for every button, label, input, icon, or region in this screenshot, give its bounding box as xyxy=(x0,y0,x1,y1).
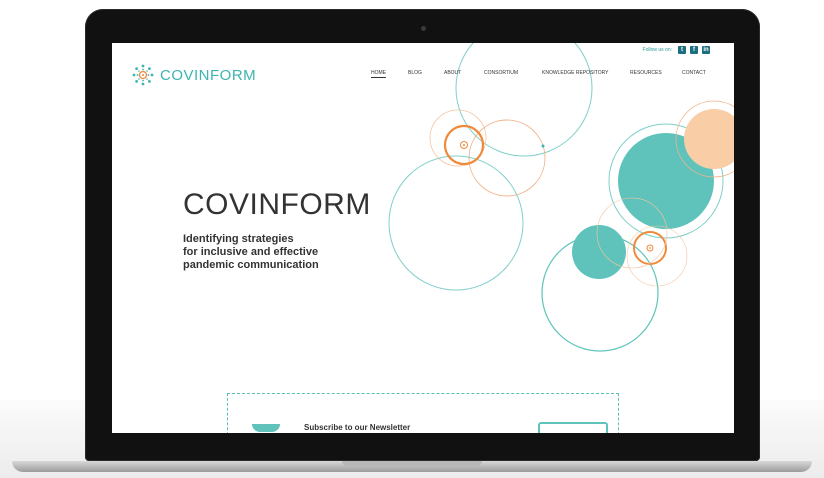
nav-consortium[interactable]: CONSORTIUM xyxy=(484,70,518,76)
follow-us: Follow us on: t f in xyxy=(643,46,710,54)
hero-title: COVINFORM xyxy=(183,188,371,221)
webcam xyxy=(421,26,426,31)
hero-subtitle: Identifying strategies for inclusive and… xyxy=(183,233,353,272)
hero-subtitle-line: for inclusive and effective xyxy=(183,246,319,258)
covinform-logo-icon xyxy=(132,64,154,86)
subscribe-button[interactable] xyxy=(538,422,608,433)
nav-contact[interactable]: CONTACT xyxy=(682,70,706,76)
laptop-notch xyxy=(342,461,482,466)
twitter-icon[interactable]: t xyxy=(678,46,686,54)
newsletter-icon xyxy=(252,424,280,432)
nav-about[interactable]: ABOUT xyxy=(444,70,461,76)
facebook-icon[interactable]: f xyxy=(690,46,698,54)
nav-knowledge-repository[interactable]: KNOWLEDGE REPOSITORY xyxy=(542,70,609,76)
follow-label: Follow us on: xyxy=(642,47,672,53)
newsletter-label: Subscribe to our Newsletter xyxy=(304,423,411,432)
circle-top-outline xyxy=(455,43,593,157)
hero-subtitle-line: Identifying strategies xyxy=(183,233,294,245)
nav-home[interactable]: HOME xyxy=(371,70,386,78)
nav-resources[interactable]: RESOURCES xyxy=(630,70,662,76)
hero-subtitle-line: pandemic communication xyxy=(183,259,319,271)
linkedin-icon[interactable]: in xyxy=(702,46,710,54)
nav-blog[interactable]: BLOG xyxy=(408,70,422,76)
site-logo[interactable]: COVINFORM xyxy=(130,62,256,88)
browser-screen: Follow us on: t f in COVINFORM HOME BLOG… xyxy=(112,43,734,433)
newsletter-box: Subscribe to our Newsletter xyxy=(227,393,619,433)
brand-name: COVINFORM xyxy=(160,66,257,84)
